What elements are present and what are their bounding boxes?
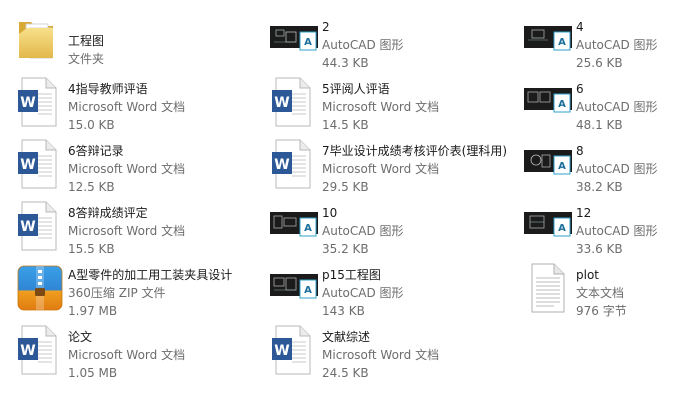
file-size: 35.2 KB (322, 242, 369, 256)
file-size: 48.1 KB (576, 118, 623, 132)
file-size: 15.5 KB (68, 242, 115, 256)
file-type: Microsoft Word 文档 (322, 348, 440, 362)
file-type: Microsoft Word 文档 (68, 348, 186, 362)
autocad-drawing-icon: A (270, 260, 318, 314)
file-type: AutoCAD 图形 (576, 38, 658, 52)
file-type: AutoCAD 图形 (576, 100, 658, 114)
autocad-drawing-icon: A (270, 12, 318, 66)
svg-text:W: W (20, 219, 35, 235)
file-size: 1.05 MB (68, 366, 118, 380)
file-item-cad-p15[interactable]: A p15工程图 AutoCAD 图形 143 KB (270, 260, 520, 320)
word-document-icon: W (16, 198, 64, 252)
autocad-drawing-icon: A (270, 198, 318, 252)
file-size: 44.3 KB (322, 56, 369, 70)
file-size: 25.6 KB (576, 56, 623, 70)
file-item-cad-10[interactable]: A 10 AutoCAD 图形 35.2 KB (270, 198, 520, 258)
file-type: AutoCAD 图形 (576, 224, 658, 238)
file-item-word-7[interactable]: W 7毕业设计成绩考核评价表(理科用) Microsoft Word 文档 29… (270, 136, 520, 196)
word-document-icon: W (270, 74, 318, 128)
file-size: 976 字节 (576, 304, 627, 318)
file-size: 15.0 KB (68, 118, 115, 132)
svg-text:W: W (274, 157, 289, 173)
file-size: 1.97 MB (68, 304, 118, 318)
file-item-text-plot[interactable]: plot 文本文档 976 字节 (524, 260, 692, 320)
file-type: AutoCAD 图形 (322, 224, 404, 238)
file-name: 8答辩成绩评定 (68, 206, 148, 220)
svg-text:W: W (20, 343, 35, 359)
autocad-drawing-icon: A (524, 12, 572, 66)
file-size: 12.5 KB (68, 180, 115, 194)
file-item-zip-a-part-fixture[interactable]: A型零件的加工用工装夹具设计 360压缩 ZIP 文件 1.97 MB (16, 260, 266, 320)
svg-text:A: A (304, 285, 312, 296)
file-name: 4指导教师评语 (68, 82, 148, 96)
file-item-word-wenxianzongshu[interactable]: W 文献综述 Microsoft Word 文档 24.5 KB (270, 322, 520, 382)
file-type: AutoCAD 图形 (322, 38, 404, 52)
file-name: p15工程图 (322, 268, 381, 282)
file-type: Microsoft Word 文档 (68, 162, 186, 176)
svg-text:A: A (558, 99, 566, 110)
file-item-cad-4[interactable]: A 4 AutoCAD 图形 25.6 KB (524, 12, 692, 72)
svg-text:W: W (20, 95, 35, 111)
file-name: 工程图 (68, 34, 105, 48)
svg-text:W: W (20, 157, 35, 173)
svg-text:A: A (304, 37, 312, 48)
file-name: 7毕业设计成绩考核评价表(理科用) (322, 144, 507, 158)
file-item-cad-12[interactable]: A 12 AutoCAD 图形 33.6 KB (524, 198, 692, 258)
file-name: 4 (576, 20, 584, 34)
word-document-icon: W (270, 136, 318, 190)
file-item-word-4[interactable]: W 4指导教师评语 Microsoft Word 文档 15.0 KB (16, 74, 266, 134)
file-name: A型零件的加工用工装夹具设计 (68, 268, 233, 282)
file-item-cad-8[interactable]: A 8 AutoCAD 图形 38.2 KB (524, 136, 692, 196)
svg-text:W: W (274, 343, 289, 359)
file-item-word-5[interactable]: W 5评阅人评语 Microsoft Word 文档 14.5 KB (270, 74, 520, 134)
file-size: 29.5 KB (322, 180, 369, 194)
file-name: 5评阅人评语 (322, 82, 390, 96)
file-type: 文本文档 (576, 286, 625, 300)
svg-text:A: A (304, 223, 312, 234)
file-name: 6答辩记录 (68, 144, 124, 158)
file-name: plot (576, 268, 599, 282)
word-document-icon: W (16, 136, 64, 190)
file-size: 33.6 KB (576, 242, 623, 256)
file-name: 10 (322, 206, 338, 220)
file-name: 2 (322, 20, 330, 34)
file-type: Microsoft Word 文档 (322, 100, 440, 114)
file-type: Microsoft Word 文档 (68, 100, 186, 114)
file-grid: 工程图 文件夹 A 2 AutoCAD 图形 44.3 KB A 4 AutoC… (0, 0, 692, 411)
file-item-word-6[interactable]: W 6答辩记录 Microsoft Word 文档 12.5 KB (16, 136, 266, 196)
file-size: 143 KB (322, 304, 365, 318)
file-size: 24.5 KB (322, 366, 369, 380)
file-item-folder-gongchengtu[interactable]: 工程图 文件夹 (16, 12, 266, 72)
file-type: Microsoft Word 文档 (322, 162, 440, 176)
word-document-icon: W (16, 74, 64, 128)
text-document-icon (524, 260, 572, 314)
file-type: AutoCAD 图形 (322, 286, 404, 300)
svg-text:W: W (274, 95, 289, 111)
autocad-drawing-icon: A (524, 136, 572, 190)
file-item-word-lunwen[interactable]: W 论文 Microsoft Word 文档 1.05 MB (16, 322, 266, 382)
file-type: Microsoft Word 文档 (68, 224, 186, 238)
word-document-icon: W (270, 322, 318, 376)
file-item-word-8[interactable]: W 8答辩成绩评定 Microsoft Word 文档 15.5 KB (16, 198, 266, 258)
file-item-cad-2[interactable]: A 2 AutoCAD 图形 44.3 KB (270, 12, 520, 72)
file-name: 文献综述 (322, 330, 371, 344)
zip-archive-icon (16, 260, 64, 314)
file-type: 360压缩 ZIP 文件 (68, 286, 166, 300)
file-size: 38.2 KB (576, 180, 623, 194)
file-item-cad-6[interactable]: A 6 AutoCAD 图形 48.1 KB (524, 74, 692, 134)
svg-text:A: A (558, 161, 566, 172)
autocad-drawing-icon: A (524, 74, 572, 128)
autocad-drawing-icon: A (524, 198, 572, 252)
word-document-icon: W (16, 322, 64, 376)
svg-text:A: A (558, 223, 566, 234)
file-size: 14.5 KB (322, 118, 369, 132)
file-name: 12 (576, 206, 592, 220)
file-type: 文件夹 (68, 52, 105, 66)
file-type: AutoCAD 图形 (576, 162, 658, 176)
file-name: 论文 (68, 330, 93, 344)
folder-icon (16, 12, 64, 66)
svg-text:A: A (558, 37, 566, 48)
file-name: 6 (576, 82, 584, 96)
file-name: 8 (576, 144, 584, 158)
